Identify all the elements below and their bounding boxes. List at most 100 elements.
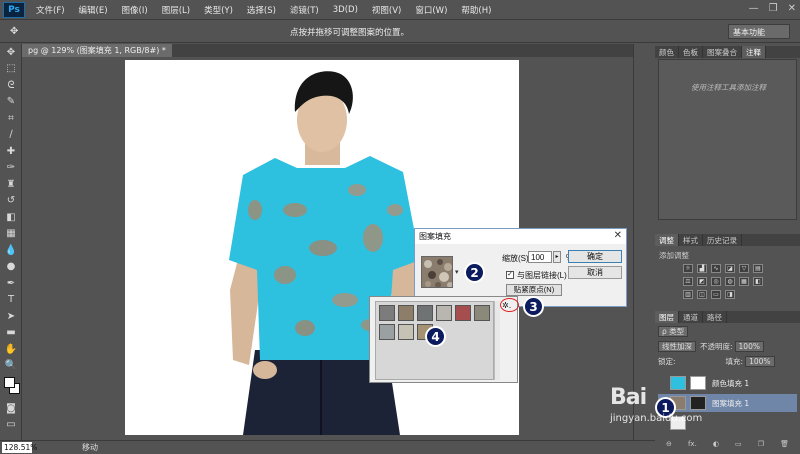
scale-stepper-icon[interactable]: ▸ bbox=[553, 251, 561, 263]
pattern-dropdown-arrow-icon[interactable]: ▾ bbox=[455, 268, 459, 276]
layer-kind-filter[interactable]: ρ 类型 bbox=[658, 326, 689, 337]
ok-button[interactable]: 确定 bbox=[568, 250, 622, 263]
menu-3d[interactable]: 3D(D) bbox=[326, 5, 365, 15]
channel-mixer-icon[interactable]: ◍ bbox=[725, 277, 735, 286]
gradient-icon[interactable]: ▦ bbox=[0, 226, 22, 243]
brightness-icon[interactable]: ☼ bbox=[683, 264, 693, 273]
selective-color-icon[interactable]: ◨ bbox=[725, 290, 735, 299]
gradient-map-icon[interactable]: ▭ bbox=[711, 290, 721, 299]
dodge-icon[interactable]: ● bbox=[0, 259, 22, 276]
stamp-icon[interactable]: ♜ bbox=[0, 176, 22, 193]
tab-swatches[interactable]: 色板 bbox=[679, 46, 703, 58]
tab-channels[interactable]: 通道 bbox=[679, 311, 703, 323]
lasso-icon[interactable]: ᘓ bbox=[0, 77, 22, 94]
menu-filter[interactable]: 滤镜(T) bbox=[283, 4, 326, 16]
cancel-button[interactable]: 取消 bbox=[568, 266, 622, 279]
posterize-icon[interactable]: ▥ bbox=[683, 290, 693, 299]
blend-mode-select[interactable]: 线性加深 bbox=[658, 341, 696, 352]
crop-icon[interactable]: ⌗ bbox=[0, 110, 22, 127]
tools-panel: ✥ ⬚ ᘓ ✎ ⌗ ∕ ✚ ✑ ♜ ↺ ◧ ▦ 💧 ● ✒ T ➤ ▬ ✋ 🔍 … bbox=[0, 44, 22, 454]
black-white-icon[interactable]: ◩ bbox=[697, 277, 707, 286]
adjustment-layer-icon[interactable]: ◐ bbox=[713, 440, 719, 452]
callout-marker: 2 bbox=[464, 262, 485, 283]
menu-edit[interactable]: 编辑(E) bbox=[72, 4, 115, 16]
hand-icon[interactable]: ✋ bbox=[0, 341, 22, 358]
close-icon[interactable]: ✕ bbox=[614, 230, 622, 241]
snap-to-origin-button[interactable]: 贴紧原点(N) bbox=[506, 284, 562, 296]
menu-select[interactable]: 选择(S) bbox=[240, 4, 283, 16]
exposure-icon[interactable]: ◪ bbox=[725, 264, 735, 273]
eraser-icon[interactable]: ◧ bbox=[0, 209, 22, 226]
blur-icon[interactable]: 💧 bbox=[0, 242, 22, 259]
menu-image[interactable]: 图像(I) bbox=[115, 4, 155, 16]
group-icon[interactable]: ▭ bbox=[735, 440, 742, 452]
opacity-input[interactable]: 100% bbox=[734, 341, 764, 352]
color-swatches[interactable] bbox=[0, 374, 22, 400]
hue-saturation-icon[interactable]: ▤ bbox=[753, 264, 763, 273]
close-icon[interactable]: ✕ bbox=[788, 3, 796, 14]
quick-mask-icon[interactable]: ◙ bbox=[0, 400, 22, 417]
pattern-swatch[interactable] bbox=[379, 305, 395, 321]
vibrance-icon[interactable]: ▽ bbox=[739, 264, 749, 273]
pattern-preview[interactable] bbox=[421, 256, 453, 288]
marquee-icon[interactable]: ⬚ bbox=[0, 61, 22, 78]
pattern-swatch[interactable] bbox=[417, 305, 433, 321]
trash-icon[interactable]: 🗑 bbox=[780, 440, 789, 452]
menu-help[interactable]: 帮助(H) bbox=[454, 4, 498, 16]
pattern-swatch[interactable] bbox=[436, 305, 452, 321]
zoom-icon[interactable]: 🔍 bbox=[0, 358, 22, 375]
quick-select-icon[interactable]: ✎ bbox=[0, 94, 22, 111]
type-icon[interactable]: T bbox=[0, 292, 22, 309]
path-select-icon[interactable]: ➤ bbox=[0, 308, 22, 325]
pattern-swatch[interactable] bbox=[398, 324, 414, 340]
menu-bar: Ps 文件(F) 编辑(E) 图像(I) 图层(L) 类型(Y) 选择(S) 滤… bbox=[0, 0, 800, 20]
scale-input[interactable]: 100 bbox=[528, 251, 552, 263]
layer-row-selected[interactable]: 图案填充 1 bbox=[658, 394, 797, 412]
move-tool-icon[interactable]: ✥ bbox=[10, 26, 18, 37]
curves-icon[interactable]: ∿ bbox=[711, 264, 721, 273]
threshold-icon[interactable]: ◫ bbox=[697, 290, 707, 299]
menu-layer[interactable]: 图层(L) bbox=[155, 4, 197, 16]
document-tab[interactable]: pg @ 129% (图案填充 1, RGB/8#) * bbox=[22, 44, 172, 57]
pen-icon[interactable]: ✒ bbox=[0, 275, 22, 292]
menu-type[interactable]: 类型(Y) bbox=[197, 4, 240, 16]
history-brush-icon[interactable]: ↺ bbox=[0, 193, 22, 210]
picker-scrollbar[interactable] bbox=[494, 301, 500, 380]
shape-icon[interactable]: ▬ bbox=[0, 325, 22, 342]
link-with-layer-checkbox[interactable]: ✓ bbox=[506, 271, 514, 279]
pattern-swatch[interactable] bbox=[398, 305, 414, 321]
tab-notes[interactable]: 注释 bbox=[742, 46, 766, 58]
levels-icon[interactable]: ▟ bbox=[697, 264, 707, 273]
menu-view[interactable]: 视图(V) bbox=[365, 4, 408, 16]
invert-icon[interactable]: ◧ bbox=[753, 277, 763, 286]
tab-color[interactable]: 颜色 bbox=[655, 46, 679, 58]
eyedropper-icon[interactable]: ∕ bbox=[0, 127, 22, 144]
menu-window[interactable]: 窗口(W) bbox=[408, 4, 454, 16]
tab-paths[interactable]: 路径 bbox=[703, 311, 727, 323]
menu-file[interactable]: 文件(F) bbox=[29, 4, 72, 16]
foreground-color-swatch[interactable] bbox=[4, 377, 15, 388]
new-layer-icon[interactable]: ❐ bbox=[758, 440, 764, 452]
options-hint: 点按并拖移可调整图案的位置。 bbox=[290, 28, 410, 38]
color-lookup-icon[interactable]: ▦ bbox=[739, 277, 749, 286]
healing-icon[interactable]: ✚ bbox=[0, 143, 22, 160]
pattern-swatch[interactable] bbox=[379, 324, 395, 340]
fill-input[interactable]: 100% bbox=[745, 356, 775, 367]
workspace-select[interactable]: 基本功能 bbox=[728, 24, 790, 39]
color-balance-icon[interactable]: ⚖ bbox=[683, 277, 693, 286]
pattern-swatch[interactable] bbox=[474, 305, 490, 321]
zoom-level[interactable]: 128.51% bbox=[2, 442, 37, 453]
pattern-swatch[interactable] bbox=[455, 305, 471, 321]
status-bar: 128.51% 移动 bbox=[0, 440, 655, 454]
restore-icon[interactable]: ❐ bbox=[769, 3, 778, 14]
layer-row[interactable]: 颜色填充 1 bbox=[658, 374, 797, 392]
move-icon[interactable]: ✥ bbox=[0, 44, 22, 61]
photo-filter-icon[interactable]: ◎ bbox=[711, 277, 721, 286]
minimize-icon[interactable]: — bbox=[749, 3, 759, 14]
tab-pattern-overlay[interactable]: 图案叠合 bbox=[703, 46, 742, 58]
fx-icon[interactable]: fx. bbox=[688, 440, 697, 452]
tab-layers[interactable]: 图层 bbox=[655, 311, 679, 323]
brush-icon[interactable]: ✑ bbox=[0, 160, 22, 177]
link-layers-icon[interactable]: ⊖ bbox=[666, 440, 672, 452]
screen-mode-icon[interactable]: ▭ bbox=[0, 417, 22, 434]
